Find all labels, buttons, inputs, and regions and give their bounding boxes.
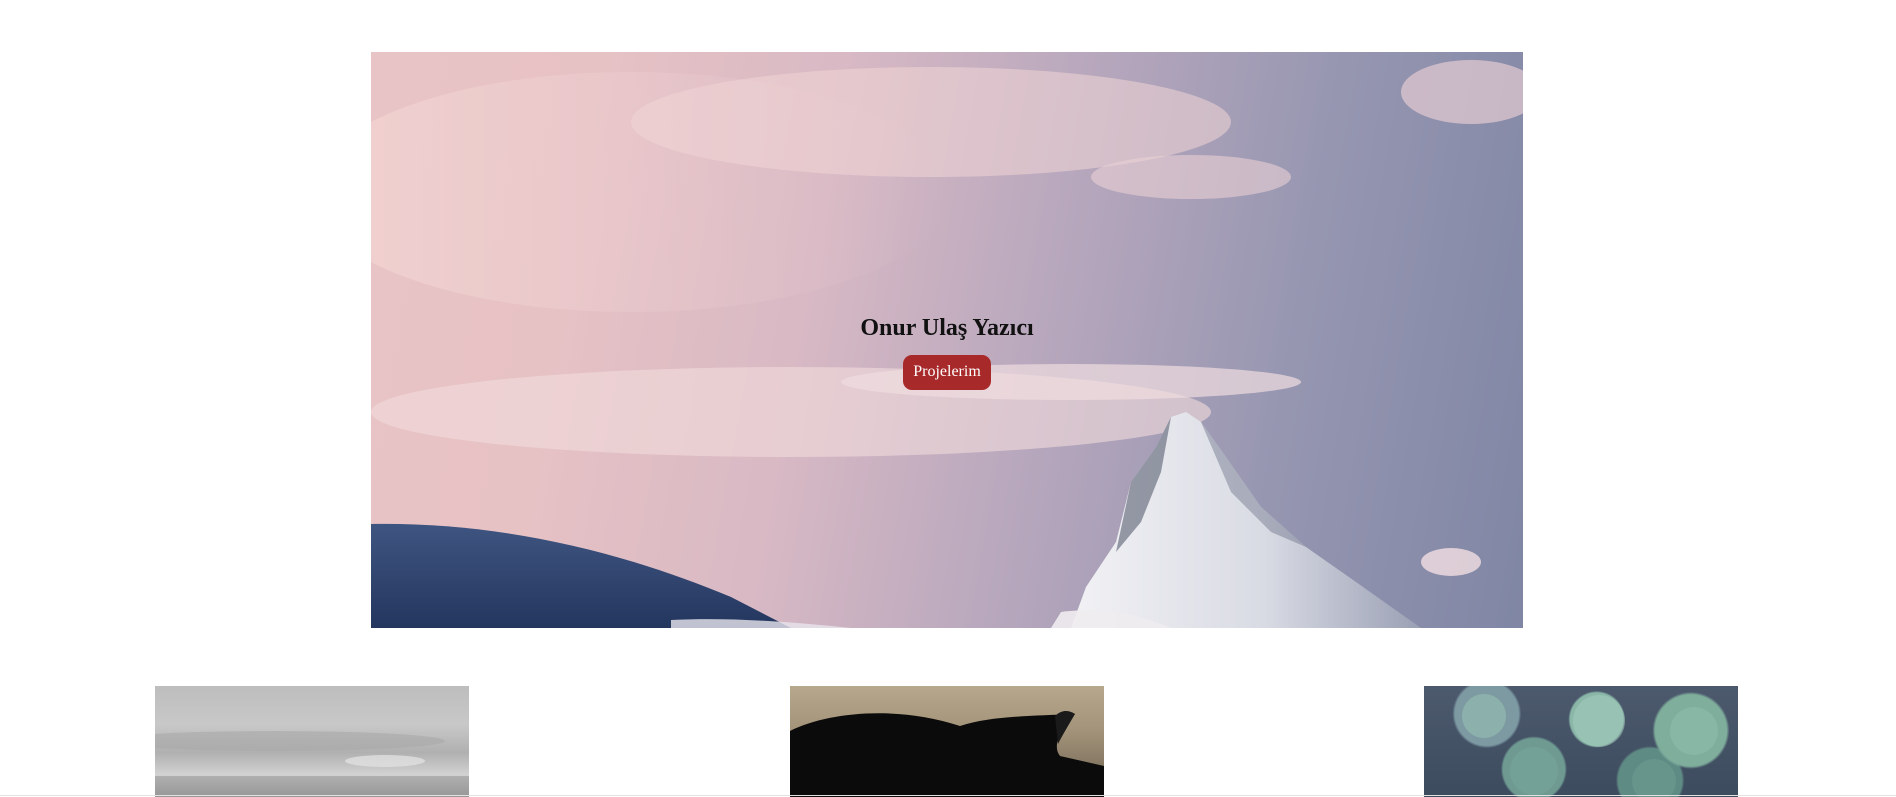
- gallery-item-succulent-plants-image[interactable]: [1424, 686, 1738, 797]
- horse-image: [790, 710, 1104, 797]
- hero-title: Onur Ulaş Yazıcı: [860, 315, 1034, 341]
- grey-landscape-image: [155, 731, 469, 797]
- gallery-item-grey-landscape-image[interactable]: [155, 686, 469, 797]
- hero-banner: Onur Ulaş Yazıcı Projelerim: [371, 52, 1523, 628]
- page-divider: [0, 795, 1896, 796]
- projects-button[interactable]: Projelerim: [903, 354, 991, 390]
- gallery-item-horse-image[interactable]: [790, 686, 1104, 797]
- succulent-plants-image: [1462, 694, 1718, 797]
- page: Onur Ulaş Yazıcı Projelerim: [0, 0, 1896, 797]
- hero-content: Onur Ulaş Yazıcı Projelerim: [371, 314, 1523, 390]
